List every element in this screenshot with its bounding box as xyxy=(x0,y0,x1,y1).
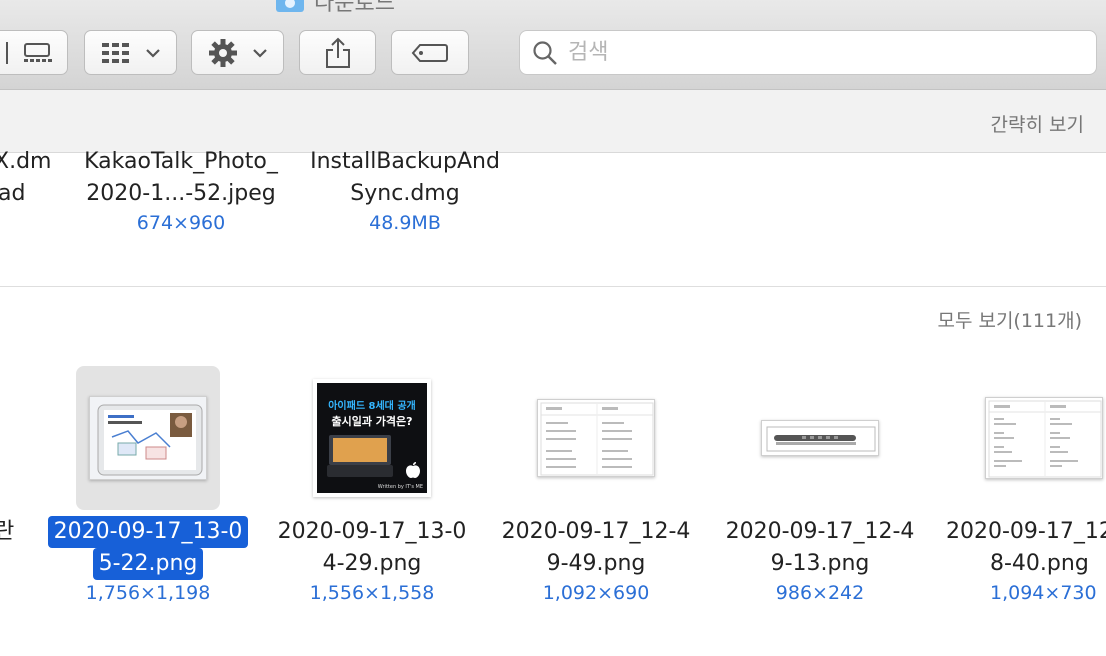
thumbnail-image xyxy=(761,420,879,456)
file-dimensions: 1,094×730 xyxy=(990,582,1097,604)
tags-button[interactable] xyxy=(391,30,469,75)
show-all-link[interactable]: 모두 보기(111개) xyxy=(937,306,1082,333)
file-name-line2: Sync.dmg xyxy=(350,181,460,206)
downloads-folder-icon xyxy=(276,0,304,12)
file-name-line1: X.dm xyxy=(0,149,52,174)
search-input[interactable] xyxy=(568,40,1068,65)
share-button[interactable] xyxy=(299,30,376,75)
toolbar: 다운로드 xyxy=(0,0,1106,90)
ipad-screenshot-art xyxy=(97,404,203,476)
keyboard-strip-art xyxy=(766,426,876,452)
apple-logo-icon xyxy=(406,462,420,478)
view-mode-segmented[interactable] xyxy=(0,30,68,75)
thumbnail-image: 아이패드 8세대 공개 출시일과 가격은? Written by IT's ME xyxy=(313,379,431,497)
file-thumbnail[interactable] xyxy=(748,366,892,510)
chevron-down-icon xyxy=(252,48,267,58)
file-dimensions: 1,756×1,198 xyxy=(85,582,211,604)
file-dimensions: 674×960 xyxy=(136,212,226,234)
file-name-line2: ad xyxy=(0,181,26,206)
file-thumbnail[interactable] xyxy=(76,366,220,510)
file-name-line1: 2020-09-17_13-0 xyxy=(277,519,467,544)
chevron-down-icon xyxy=(145,48,160,58)
window-title: 다운로드 xyxy=(276,0,395,16)
file-name-line2: 9-49.png xyxy=(546,551,646,576)
thumbnail-credit: Written by IT's ME xyxy=(377,484,423,490)
action-menu-button[interactable] xyxy=(191,30,284,75)
file-name-line2: 5-22.png xyxy=(92,548,204,580)
recents-section-header: 간략히 보기 xyxy=(0,90,1106,153)
show-less-link[interactable]: 간략히 보기 xyxy=(991,110,1084,137)
file-dimensions: 1,092×690 xyxy=(542,582,650,604)
file-name: 2020-09-17_13-0 xyxy=(36,516,260,548)
file-dimensions: 986×242 xyxy=(775,582,865,604)
file-name-line2: 4-29.png xyxy=(322,551,422,576)
ipad-photo-art xyxy=(327,435,393,477)
file-name: 5-22.png xyxy=(36,548,260,580)
thumbnail-headline-1: 아이패드 8세대 공개 xyxy=(328,401,416,412)
file-name-line2: 2020-1...-52.jpeg xyxy=(86,181,276,206)
thumbnail-image xyxy=(985,397,1103,479)
gear-icon xyxy=(208,38,237,67)
file-name-line2: 9-13.png xyxy=(770,551,870,576)
file-name-line1: KakaoTalk_Photo_ xyxy=(84,149,278,174)
tag-icon xyxy=(411,43,448,62)
file-name-line1: 2020-09-17_12 xyxy=(946,519,1106,544)
thumbnail-headline-2: 출시일과 가격은? xyxy=(331,415,413,428)
window-title-text: 다운로드 xyxy=(314,0,395,16)
search-icon xyxy=(533,40,557,65)
partial-file-name: 란 xyxy=(0,519,15,544)
file-name-line1: InstallBackupAnd xyxy=(310,149,500,174)
file-name-line1: 2020-09-17_12-4 xyxy=(501,519,691,544)
spec-table-art xyxy=(988,400,1102,478)
gallery-view-icon[interactable] xyxy=(0,40,59,66)
file-thumbnail[interactable] xyxy=(972,366,1106,510)
thumbnail-image xyxy=(89,396,207,480)
section-divider xyxy=(0,286,1106,287)
spec-table-art xyxy=(540,402,654,476)
group-by-button[interactable] xyxy=(84,30,177,75)
share-icon xyxy=(325,37,350,68)
file-size: 48.9MB xyxy=(369,212,441,234)
search-field[interactable] xyxy=(519,30,1097,75)
file-dimensions: 1,556×1,558 xyxy=(309,582,435,604)
file-thumbnail[interactable]: 아이패드 8세대 공개 출시일과 가격은? Written by IT's ME xyxy=(300,366,444,510)
file-name-line2: 8-40.png xyxy=(990,551,1089,576)
file-thumbnail[interactable] xyxy=(524,366,668,510)
file-name-line1: 2020-09-17_13-0 xyxy=(47,516,249,548)
grid-group-icon xyxy=(101,42,129,63)
thumbnail-image xyxy=(537,399,655,477)
file-name-line1: 2020-09-17_12-4 xyxy=(725,519,915,544)
